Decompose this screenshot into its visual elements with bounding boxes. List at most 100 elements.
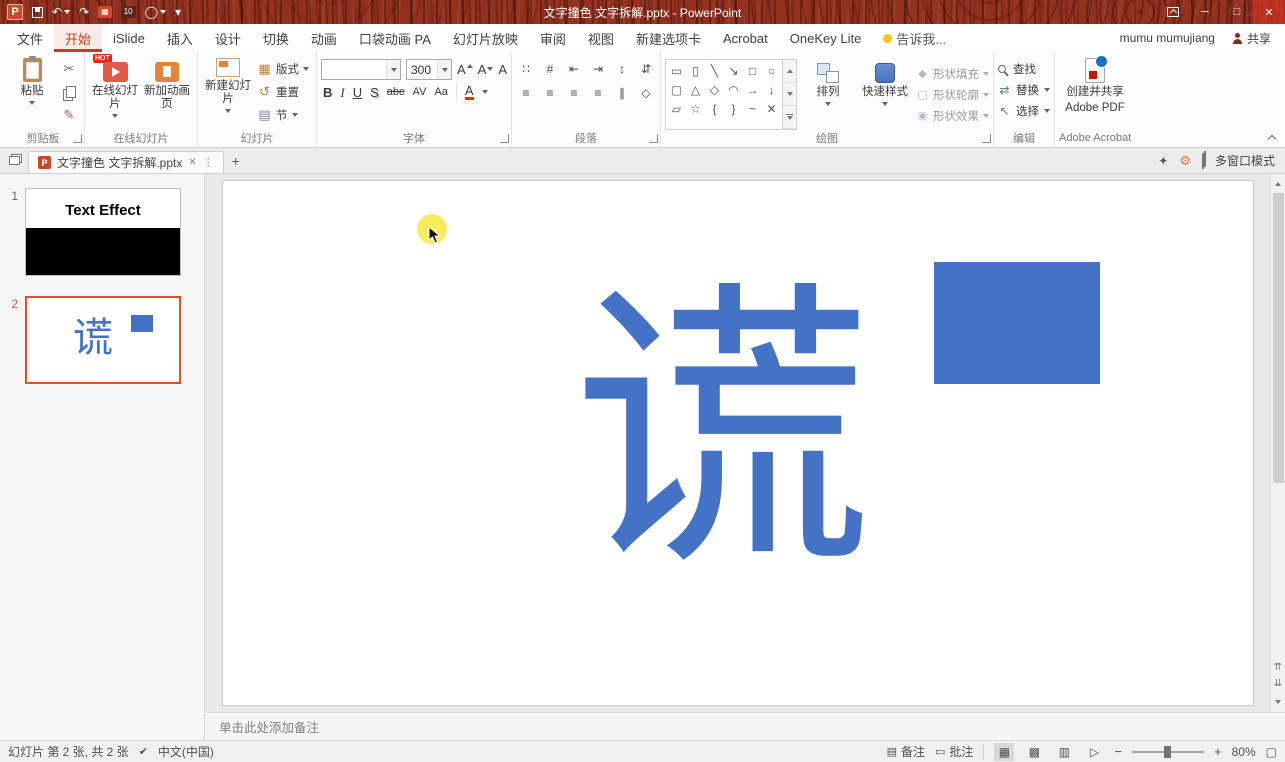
gallery-more-icon[interactable] (783, 106, 797, 129)
slide-work-area[interactable]: 谎 (205, 174, 1270, 712)
italic-button[interactable]: I (340, 86, 344, 99)
scroll-up-icon[interactable] (1275, 177, 1281, 191)
close-button[interactable]: ✕ (1253, 0, 1285, 24)
slide-2-thumbnail[interactable]: 谎 (25, 296, 181, 384)
font-size-caret[interactable] (437, 60, 451, 79)
undo-icon[interactable]: ↶ (52, 6, 71, 18)
gallery-down-icon[interactable] (783, 83, 797, 106)
zoom-slider[interactable] (1132, 743, 1205, 761)
shape-icon[interactable]: } (724, 99, 743, 118)
font-dialog-launcher[interactable] (500, 134, 510, 143)
fit-to-window-icon[interactable]: ▢ (1266, 745, 1277, 759)
next-slide-icon[interactable]: ⇊ (1274, 679, 1282, 689)
cut-icon[interactable]: ✂ (58, 59, 80, 79)
spellcheck-icon[interactable]: ✔ (139, 745, 148, 758)
paragraph-tool-icon[interactable]: ⇵ (636, 60, 656, 78)
paragraph-align-icon[interactable]: ≡ (516, 84, 536, 102)
font-size-combo[interactable]: 300 (406, 59, 452, 80)
new-animation-page-button[interactable]: 新加动画页 (141, 54, 193, 130)
slideshow-view-icon[interactable]: ▷ (1084, 743, 1104, 761)
shape-fill-button[interactable]: ◆ 形状填充 (916, 64, 990, 83)
online-slides-button[interactable]: HOT 在线幻灯片 (89, 54, 141, 130)
ribbon-tab[interactable]: 文件 (6, 24, 54, 52)
tab-list-icon[interactable] (0, 148, 28, 173)
maximize-button[interactable]: □ (1221, 0, 1253, 24)
zoom-out-button[interactable]: − (1114, 744, 1122, 759)
ribbon-tab[interactable]: 切换 (252, 24, 300, 52)
font-name-combo[interactable] (321, 59, 401, 80)
ribbon-tab[interactable]: OneKey Lite (779, 24, 873, 52)
replace-button[interactable]: ⇄ 替换 (998, 80, 1051, 99)
find-button[interactable]: 查找 (998, 59, 1050, 78)
clipboard-dialog-launcher[interactable] (73, 134, 82, 143)
addin-circle-icon[interactable]: ◯ (145, 6, 167, 18)
layout-button[interactable]: ▦ 版式 (254, 59, 312, 79)
slide-text[interactable]: 谎 (573, 281, 873, 581)
addin-grid-icon[interactable]: ▦ (98, 6, 112, 18)
zoom-in-button[interactable]: + (1214, 744, 1222, 759)
font-color-caret[interactable] (481, 90, 488, 94)
paragraph-tool-icon[interactable]: ⇤ (564, 60, 584, 78)
paragraph-tool-icon[interactable]: ⇥ (588, 60, 608, 78)
ribbon-tab[interactable]: 开始 (54, 24, 103, 52)
settings-gear-icon[interactable]: ⚙ (1179, 153, 1191, 169)
ribbon-tab[interactable]: 设计 (204, 24, 252, 52)
comments-toggle[interactable]: ▭ 批注 (935, 743, 973, 760)
paragraph-dialog-launcher[interactable] (649, 134, 659, 143)
language-indicator[interactable]: 中文(中国) (158, 743, 214, 760)
shape-icon[interactable]: ○ (762, 61, 781, 80)
ribbon-tab[interactable]: 口袋动画 PA (348, 24, 442, 52)
shape-icon[interactable]: ▯ (686, 61, 705, 80)
minimize-button[interactable]: ─ (1189, 0, 1221, 24)
paragraph-align-icon[interactable]: ≡ (588, 84, 608, 102)
document-tab[interactable]: P 文字撞色 文字拆解.pptx ✕ ⋮ (28, 151, 224, 173)
tab-close-icon[interactable]: ✕ (188, 157, 196, 168)
slide-1-thumbnail[interactable]: Text Effect (25, 188, 181, 276)
normal-view-icon[interactable]: ▦ (994, 742, 1015, 761)
shape-icon[interactable]: ╲ (705, 61, 724, 80)
shape-icon[interactable]: ~ (743, 99, 762, 118)
zoom-slider-thumb[interactable] (1164, 745, 1172, 758)
bold-button[interactable]: B (323, 86, 332, 99)
ribbon-tab[interactable]: 审阅 (529, 24, 577, 52)
paragraph-align-icon[interactable]: ≡ (540, 84, 560, 102)
paragraph-tool-icon[interactable]: # (540, 60, 560, 78)
gallery-up-icon[interactable] (783, 60, 797, 83)
notes-pane[interactable]: 单击此处添加备注 (205, 712, 1285, 740)
shape-icon[interactable]: ✕ (762, 99, 781, 118)
redo-icon[interactable]: ↷ (79, 6, 89, 18)
vertical-scrollbar[interactable]: ⇈ ⇊ (1270, 174, 1285, 712)
account-name[interactable]: mumu mumujiang (1120, 31, 1215, 45)
ribbon-tab[interactable]: 动画 (300, 24, 348, 52)
multi-window-icon[interactable] (1201, 152, 1204, 169)
paragraph-tool-icon[interactable]: ↕ (612, 60, 632, 78)
character-spacing-button[interactable]: AV (413, 86, 427, 98)
quick-styles-button[interactable]: 快速样式 (859, 59, 911, 130)
format-painter-icon[interactable]: ✎ (58, 105, 80, 125)
arrange-button[interactable]: 排列 (802, 59, 854, 130)
shape-icon[interactable]: ☆ (686, 99, 705, 118)
shape-outline-button[interactable]: ▢ 形状轮廓 (916, 85, 990, 104)
shape-icon[interactable]: ◠ (724, 80, 743, 99)
shape-icon[interactable]: ▢ (667, 80, 686, 99)
paste-button[interactable]: 粘贴 (6, 54, 58, 130)
clear-formatting-button[interactable]: A (498, 62, 507, 77)
save-icon[interactable] (32, 6, 43, 18)
ribbon-tab[interactable]: 插入 (156, 24, 204, 52)
scroll-down-icon[interactable] (1274, 695, 1281, 709)
plugin-icon[interactable]: ✦ (1158, 154, 1168, 168)
shape-icon[interactable]: ↘ (724, 61, 743, 80)
ribbon-tab[interactable]: 视图 (577, 24, 625, 52)
collapse-ribbon-icon[interactable] (1268, 133, 1277, 142)
ribbon-tab[interactable]: Acrobat (712, 24, 779, 52)
customize-qat-icon[interactable]: ▾ (175, 6, 181, 18)
shape-icon[interactable]: → (743, 80, 762, 99)
copy-icon[interactable] (58, 82, 80, 102)
strikethrough-button[interactable]: abc (387, 86, 405, 98)
paragraph-align-icon[interactable]: ∥ (612, 84, 632, 102)
text-shadow-button[interactable]: S (370, 86, 379, 99)
share-button[interactable]: 共享 (1232, 30, 1271, 47)
paragraph-align-icon[interactable]: ◇ (636, 84, 656, 102)
drawing-dialog-launcher[interactable] (982, 134, 992, 143)
ribbon-tab[interactable]: 新建选项卡 (625, 24, 712, 52)
